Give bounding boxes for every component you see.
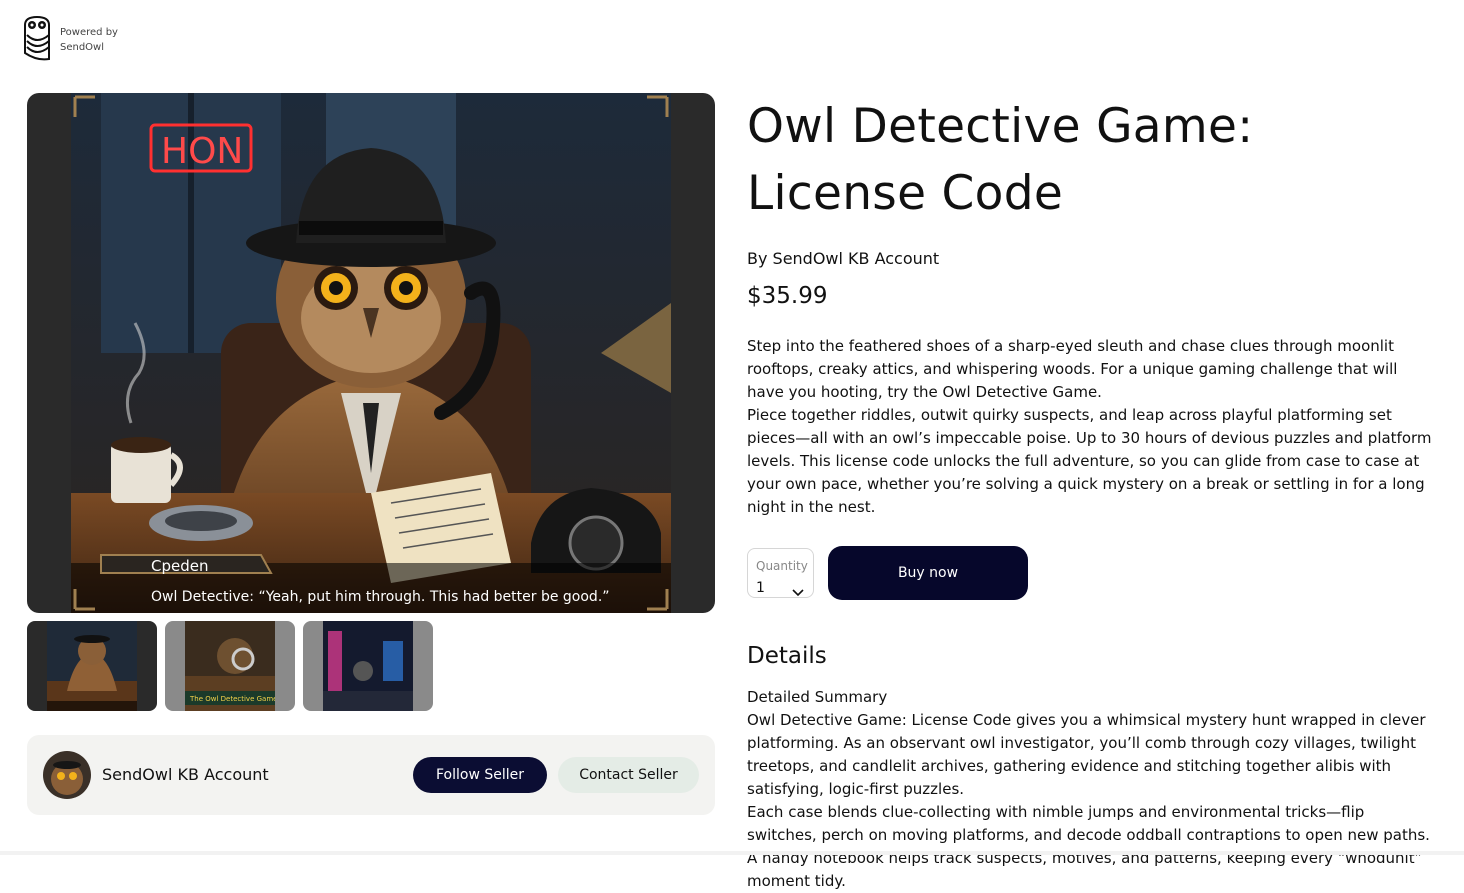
seller-name[interactable]: SendOwl KB Account — [102, 765, 269, 784]
quantity-label: Quantity — [756, 559, 808, 573]
details-paragraph: Each case blends clue-collecting with ni… — [747, 803, 1430, 890]
thumbnail-2-image: The Owl Detective Game — [185, 621, 275, 711]
hero-caption-name: Cpeden — [151, 557, 208, 575]
details-summary-label: Detailed Summary — [747, 688, 888, 706]
brand[interactable]: Powered by SendOwl — [22, 15, 118, 65]
thumbnail-1[interactable] — [27, 621, 157, 711]
quantity-select[interactable]: Quantity 1 — [747, 548, 814, 598]
hero-caption-line: Owl Detective: “Yeah, put him through. T… — [151, 589, 610, 605]
brand-name: SendOwl — [60, 42, 105, 53]
description-paragraph: Piece together riddles, outwit quirky su… — [747, 406, 1432, 516]
page-bottom-edge — [0, 851, 1464, 855]
follow-seller-button[interactable]: Follow Seller — [413, 757, 547, 793]
chevron-down-icon — [792, 582, 804, 601]
brand-text: Powered by SendOwl — [60, 25, 118, 55]
quantity-value: 1 — [756, 580, 765, 596]
details-paragraph: Owl Detective Game: License Code gives y… — [747, 711, 1426, 798]
thumbnail-3[interactable] — [303, 621, 433, 711]
product-price: $35.99 — [747, 283, 828, 309]
owl-logo-icon — [22, 15, 52, 65]
thumbnail-strip: The Owl Detective Game — [27, 621, 433, 711]
thumbnail-1-image — [47, 621, 137, 711]
seller-avatar[interactable] — [43, 751, 91, 799]
product-title: Owl Detective Game: License Code — [747, 99, 1254, 221]
thumbnail-3-image — [323, 621, 413, 711]
contact-seller-button[interactable]: Contact Seller — [558, 757, 699, 793]
thumbnail-2-label: The Owl Detective Game — [189, 695, 275, 703]
thumbnail-2[interactable]: The Owl Detective Game — [165, 621, 295, 711]
product-description: Step into the feathered shoes of a sharp… — [747, 335, 1437, 519]
details-section: Details Detailed Summary Owl Detective G… — [747, 643, 1437, 893]
powered-by-label: Powered by — [60, 27, 118, 38]
hero-artwork: HON Cpeden Owl Detective: “Yeah, put him… — [71, 93, 671, 613]
neon-sign-text: HON — [161, 131, 243, 172]
details-body: Detailed Summary Owl Detective Game: Lic… — [747, 686, 1437, 893]
seller-card: SendOwl KB Account Follow Seller Contact… — [27, 735, 715, 815]
description-paragraph: Step into the feathered shoes of a sharp… — [747, 337, 1398, 401]
buy-now-button[interactable]: Buy now — [828, 546, 1028, 600]
details-heading: Details — [747, 643, 827, 669]
product-hero-image[interactable]: HON Cpeden Owl Detective: “Yeah, put him… — [27, 93, 715, 613]
product-byline: By SendOwl KB Account — [747, 249, 940, 268]
product-info: Owl Detective Game: License Code By Send… — [747, 93, 1437, 519]
